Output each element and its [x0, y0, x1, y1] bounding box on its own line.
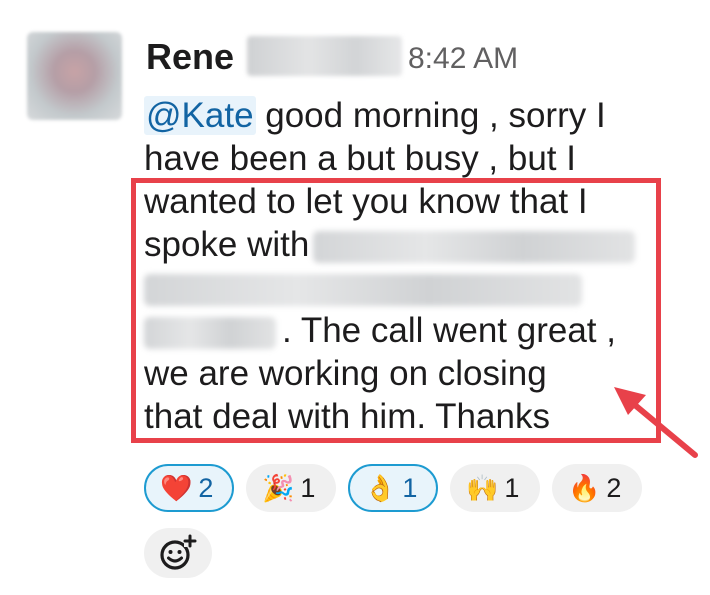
raised-hands-icon: 🙌 [466, 473, 499, 503]
add-reaction-button[interactable] [144, 528, 212, 578]
reaction-fire[interactable]: 🔥 2 [552, 464, 642, 512]
reaction-party[interactable]: 🎉 1 [246, 464, 336, 512]
sender-name[interactable]: Rene [146, 36, 234, 78]
reaction-heart[interactable]: ❤️ 2 [144, 464, 234, 512]
reaction-count: 1 [504, 472, 520, 503]
add-emoji-icon [160, 534, 197, 570]
message-line: have been a but busy , but I [144, 139, 576, 178]
reaction-count: 1 [300, 472, 316, 503]
reaction-count: 2 [606, 472, 622, 503]
reaction-raised-hands[interactable]: 🙌 1 [450, 464, 540, 512]
user-mention[interactable]: @Kate [144, 96, 256, 135]
message-text: good morning , sorry I [255, 96, 606, 135]
ok-hand-icon: 👌 [364, 473, 397, 503]
message-timestamp[interactable]: 8:42 AM [408, 41, 518, 77]
fire-icon: 🔥 [568, 473, 601, 503]
highlight-box [131, 178, 661, 443]
redacted-last-name [247, 36, 402, 76]
reaction-count: 1 [402, 472, 418, 503]
message-line: @Kate good morning , sorry I [144, 94, 674, 137]
reaction-count: 2 [198, 472, 214, 503]
heart-icon: ❤️ [160, 473, 193, 503]
arrow-annotation [614, 387, 698, 458]
avatar[interactable] [27, 32, 122, 120]
party-popper-icon: 🎉 [262, 473, 295, 503]
reactions-bar: ❤️ 2 🎉 1 👌 1 🙌 1 🔥 2 [144, 464, 642, 512]
reaction-ok-hand[interactable]: 👌 1 [348, 464, 438, 512]
